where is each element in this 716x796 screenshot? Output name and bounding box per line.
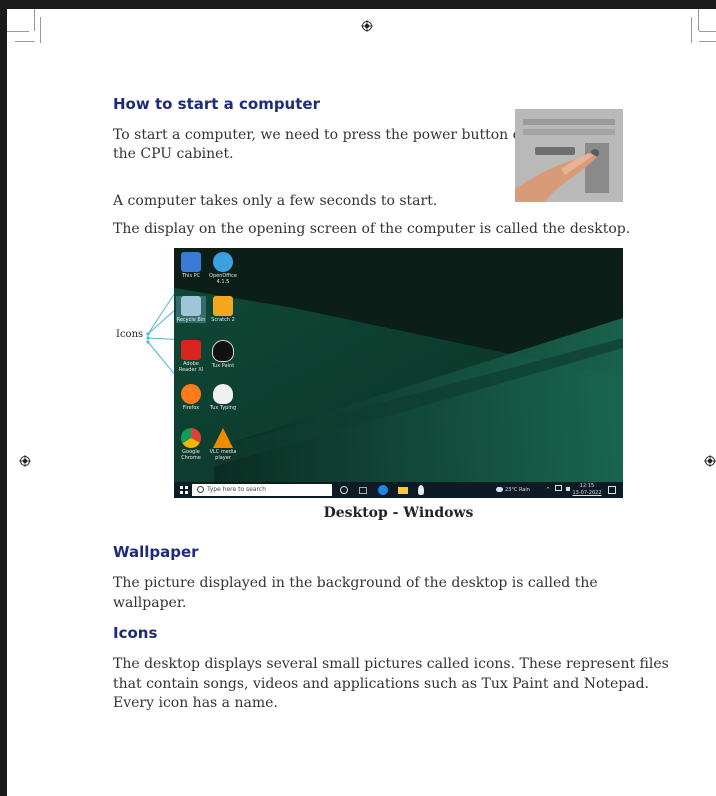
- network-icon: [554, 485, 562, 491]
- recycle-bin-icon: [181, 296, 201, 316]
- vlc-icon: [213, 428, 233, 448]
- desktop-icon-scratch[interactable]: Scratch 2: [208, 296, 238, 323]
- windows-start-icon[interactable]: [180, 486, 188, 494]
- adobe-reader-icon: [181, 340, 201, 360]
- registration-mark-right: [704, 455, 716, 467]
- crop-mark-top-left: [34, 9, 35, 31]
- wallpaper-line1: The picture displayed in the background …: [113, 575, 598, 591]
- file-explorer-icon[interactable]: [398, 487, 408, 494]
- power-button-photo: [515, 109, 623, 202]
- chevron-up-icon: ^: [546, 487, 551, 493]
- tux-paint-icon: [212, 340, 234, 362]
- icons-line1: The desktop displays several small pictu…: [113, 656, 669, 672]
- registration-mark-top: [361, 20, 373, 32]
- notification-icon[interactable]: [608, 486, 616, 494]
- heading-wallpaper: Wallpaper: [113, 543, 199, 561]
- desktop-screenshot: This PC OpenOffice 4.1.5 Recycle Bin Scr…: [174, 248, 623, 498]
- weather-widget[interactable]: 23°C Rain: [496, 482, 530, 498]
- start-para3: The display on the opening screen of the…: [113, 221, 631, 237]
- crop-mark-top-right-h: [699, 31, 716, 32]
- windows-taskbar: Type here to search 23°C Rain ^ 12:15 13…: [174, 482, 623, 498]
- crop-mark-top-left-v2: [40, 17, 41, 43]
- start-para1-line2: the CPU cabinet.: [113, 146, 234, 162]
- icons-callout-label: Icons: [116, 329, 144, 340]
- firefox-icon: [181, 384, 201, 404]
- icons-line2: that contain songs, videos and applicati…: [113, 676, 649, 692]
- desktop-icon-openoffice[interactable]: OpenOffice 4.1.5: [208, 252, 238, 285]
- desktop-icon-tux-typing[interactable]: Tux Typing: [208, 384, 238, 411]
- desktop-icon-tux-paint[interactable]: Tux Paint: [208, 340, 238, 369]
- icons-line3: Every icon has a name.: [113, 695, 278, 711]
- this-pc-icon: [181, 252, 201, 272]
- start-para1-line1: To start a computer, we need to press th…: [113, 127, 531, 143]
- desktop-icon-this-pc[interactable]: This PC: [176, 252, 206, 279]
- taskbar-search-box[interactable]: Type here to search: [192, 484, 332, 496]
- volume-icon: [566, 487, 571, 491]
- taskbar-clock[interactable]: 12:15 13-07-2022: [572, 483, 602, 497]
- weather-text: 23°C Rain: [505, 487, 530, 493]
- figure-caption: Desktop - Windows: [323, 505, 474, 521]
- system-tray-icons[interactable]: ^: [546, 482, 571, 498]
- registration-mark-left: [19, 455, 31, 467]
- weather-cloud-icon: [496, 487, 503, 492]
- edge-icon[interactable]: [378, 485, 388, 495]
- start-para2: A computer takes only a few seconds to s…: [113, 193, 438, 209]
- cortana-icon[interactable]: [340, 486, 348, 494]
- document-page: How to start a computer To start a compu…: [7, 9, 716, 796]
- heading-icons: Icons: [113, 624, 158, 642]
- taskbar-date: 13-07-2022: [572, 490, 602, 496]
- crop-mark-top-left-h: [7, 31, 29, 32]
- tux-typing-icon: [213, 384, 233, 404]
- wallpaper-line2: wallpaper.: [113, 595, 187, 611]
- taskbar-time: 12:15: [579, 483, 595, 489]
- scratch-icon: [213, 296, 233, 316]
- desktop-icon-google-chrome[interactable]: Google Chrome: [176, 428, 206, 461]
- desktop-icon-adobe-reader[interactable]: Adobe Reader XI: [176, 340, 206, 373]
- openoffice-icon: [213, 252, 233, 272]
- crop-mark-top-right-v2: [698, 9, 699, 31]
- search-icon: [197, 486, 204, 493]
- heading-how-to-start: How to start a computer: [113, 95, 320, 113]
- crop-mark-top-right-h2: [699, 41, 716, 42]
- taskbar-search-placeholder: Type here to search: [207, 486, 266, 493]
- desktop-icon-recycle-bin[interactable]: Recycle Bin: [176, 296, 206, 323]
- desktop-icon-firefox[interactable]: Firefox: [176, 384, 206, 411]
- chrome-icon: [181, 428, 201, 448]
- desktop-icon-vlc[interactable]: VLC media player: [208, 428, 238, 461]
- tux-taskbar-icon[interactable]: [418, 485, 424, 495]
- crop-mark-top-right: [691, 17, 692, 43]
- crop-mark-top-left-h2: [15, 41, 35, 42]
- task-view-icon[interactable]: [359, 487, 367, 494]
